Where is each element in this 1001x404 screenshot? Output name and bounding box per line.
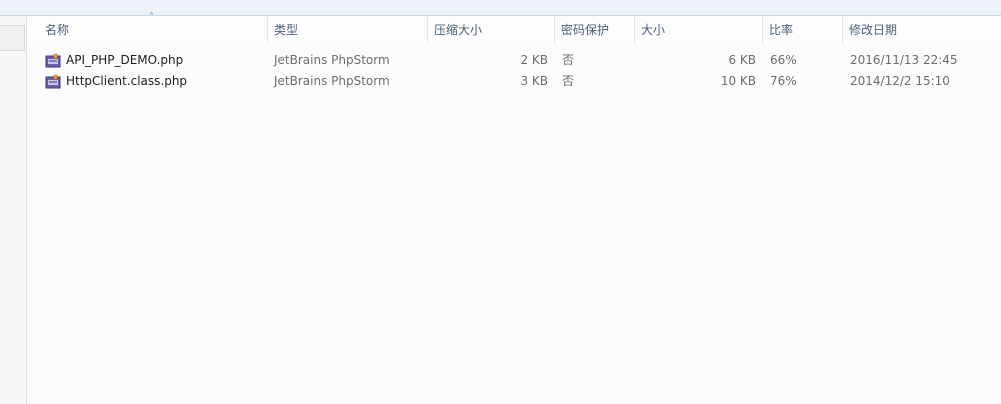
sort-ascending-icon: ˄: [149, 12, 154, 23]
column-header-modified[interactable]: 修改日期: [843, 16, 1001, 44]
column-header-type[interactable]: 类型: [268, 16, 428, 44]
file-type: JetBrains PhpStorm: [274, 74, 390, 88]
file-type: JetBrains PhpStorm: [274, 53, 390, 67]
file-name: API_PHP_DEMO.php: [66, 53, 184, 67]
file-size: 6 KB: [728, 53, 756, 67]
column-header-size[interactable]: 大小: [635, 16, 763, 44]
column-header-bar: 名称 ˄ 类型 压缩大小 密码保护 大小 比率 修改日期: [27, 12, 1001, 44]
php-file-icon: [45, 53, 61, 68]
file-password-protected: 否: [562, 74, 575, 88]
navigation-pane[interactable]: [0, 16, 27, 404]
php-file-icon: [45, 74, 61, 89]
navigation-pane-item[interactable]: [0, 25, 25, 51]
file-password-protected: 否: [562, 53, 575, 67]
file-modified-date: 2016/11/13 22:45: [850, 53, 958, 67]
file-ratio: 66%: [770, 53, 797, 67]
file-row[interactable]: API_PHP_DEMO.php JetBrains PhpStorm 2 KB…: [27, 50, 1001, 71]
column-header-password[interactable]: 密码保护: [555, 16, 635, 44]
column-header-ratio[interactable]: 比率: [763, 16, 843, 44]
column-header-compressed-size[interactable]: 压缩大小: [428, 16, 555, 44]
file-row[interactable]: HttpClient.class.php JetBrains PhpStorm …: [27, 71, 1001, 92]
file-modified-date: 2014/12/2 15:10: [850, 74, 950, 88]
file-size: 10 KB: [720, 74, 756, 88]
file-name: HttpClient.class.php: [66, 74, 188, 88]
file-compressed-size: 2 KB: [520, 53, 548, 67]
column-header-name-label: 名称: [45, 23, 70, 37]
file-compressed-size: 3 KB: [520, 74, 548, 88]
file-ratio: 76%: [770, 74, 797, 88]
column-header-name[interactable]: 名称 ˄: [39, 12, 268, 44]
